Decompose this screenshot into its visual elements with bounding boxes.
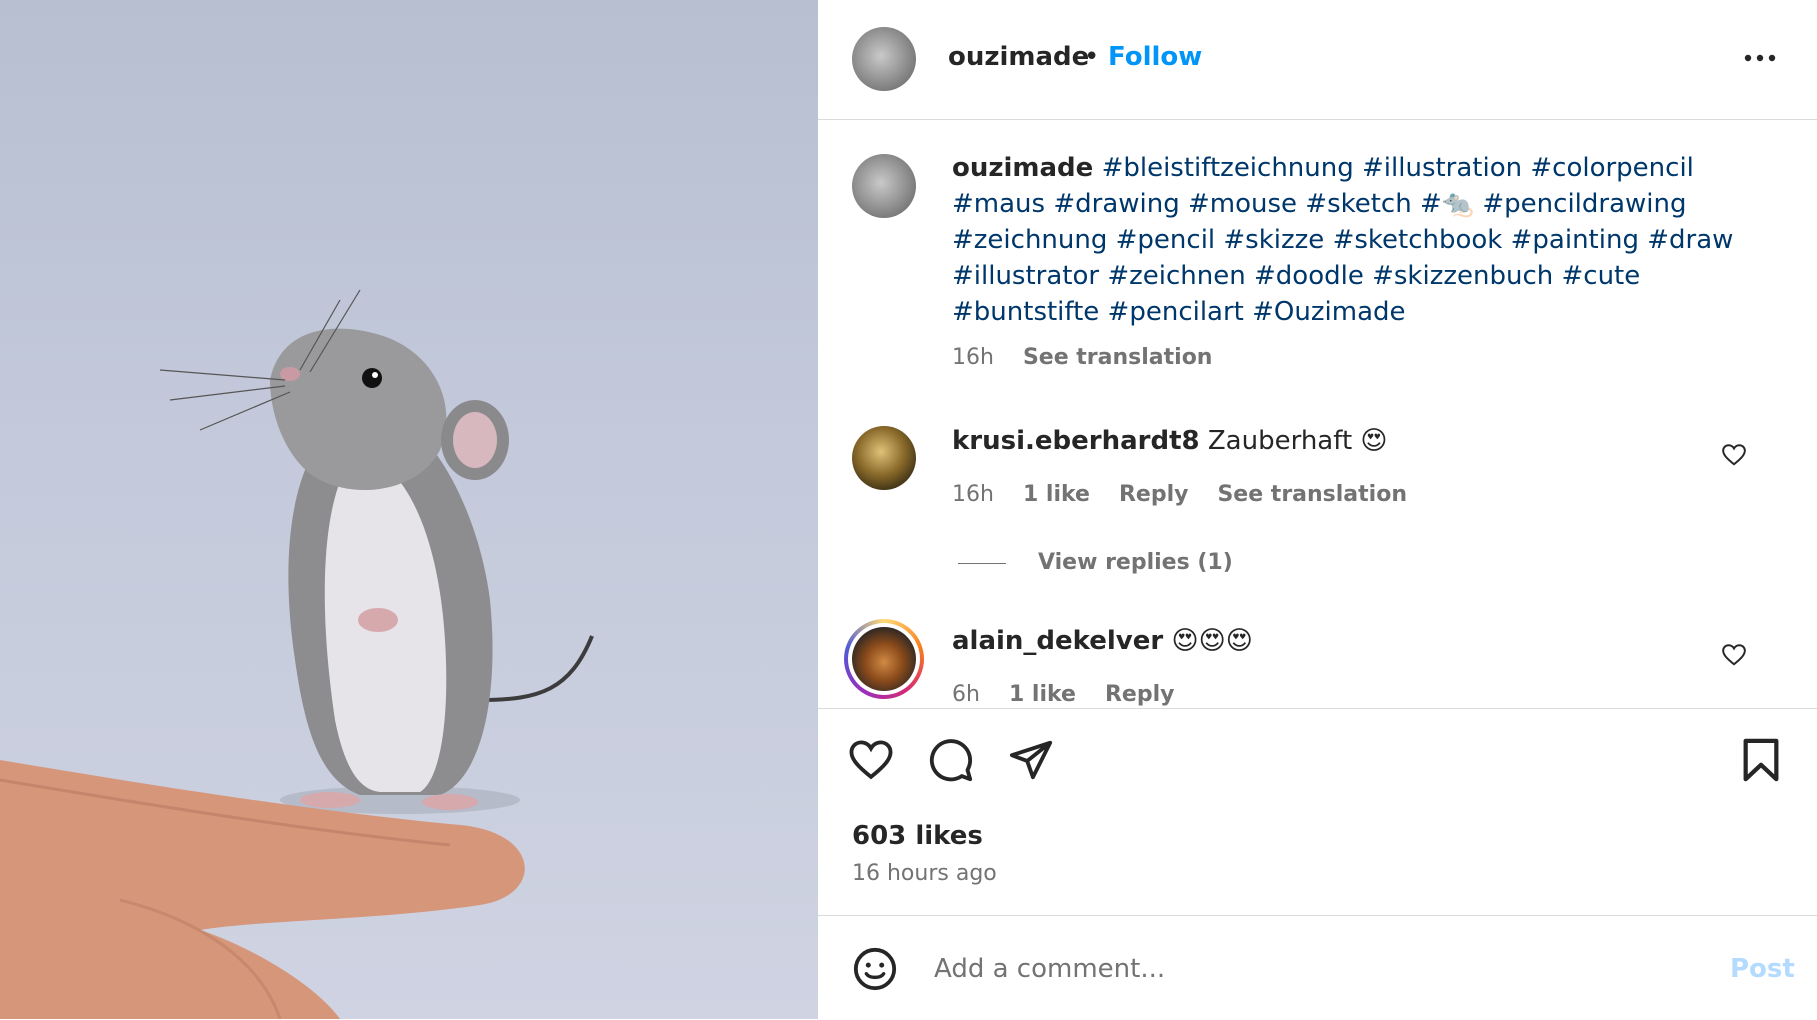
author-avatar[interactable] [852, 27, 916, 91]
comment-reply-button[interactable]: Reply [1105, 682, 1175, 707]
commenter-avatar[interactable] [852, 627, 916, 691]
post-header: ouzimade • Follow [818, 0, 1817, 120]
comment-composer: Post [818, 915, 1817, 1020]
replies-divider-line [958, 562, 1006, 564]
mouse-drawing-image [0, 289, 594, 1019]
comments-list[interactable]: ouzimade #bleistiftzeichnung #illustrati… [818, 120, 1817, 707]
post-timestamp[interactable]: 16 hours ago [852, 861, 997, 886]
comment-likes-count[interactable]: 1 like [1023, 482, 1090, 507]
comment-bubble-icon[interactable] [928, 737, 974, 783]
comment-text: 😍😍😍 [1171, 626, 1253, 656]
separator-dot: • [1084, 42, 1100, 72]
post-comment-button[interactable]: Post [1730, 954, 1795, 984]
comment-likes-count[interactable]: 1 like [1009, 682, 1076, 707]
more-options-button[interactable] [1740, 38, 1780, 78]
post-actions: 603 likes 16 hours ago [818, 708, 1817, 916]
follow-button[interactable]: Follow [1108, 42, 1202, 72]
comment-time: 16h [952, 482, 994, 507]
post-side-panel: ouzimade • Follow ouzimade #bleistiftzei… [818, 0, 1817, 1019]
like-heart-icon[interactable] [848, 737, 894, 783]
save-bookmark-icon[interactable] [1738, 737, 1784, 783]
view-replies-button[interactable]: View replies (1) [958, 550, 1233, 575]
share-send-icon[interactable] [1008, 737, 1054, 783]
comment-time: 6h [952, 682, 980, 707]
author-username[interactable]: ouzimade [948, 42, 1089, 72]
view-replies-label: View replies (1) [1038, 550, 1233, 575]
more-horizontal-icon [1744, 54, 1776, 62]
comment-text: Zauberhaft 😍 [1207, 426, 1388, 456]
emoji-smiley-icon[interactable] [852, 946, 898, 992]
comment-see-translation[interactable]: See translation [1217, 482, 1407, 507]
commenter-avatar[interactable] [852, 426, 916, 490]
caption-see-translation[interactable]: See translation [1023, 345, 1213, 370]
caption-username[interactable]: ouzimade [952, 153, 1093, 183]
comment-reply-button[interactable]: Reply [1119, 482, 1189, 507]
commenter-username[interactable]: alain_dekelver [952, 626, 1163, 656]
comment-like-heart-icon[interactable] [1721, 642, 1747, 668]
story-ring[interactable] [844, 619, 924, 699]
post-image[interactable] [0, 0, 818, 1019]
commenter-username[interactable]: krusi.eberhardt8 [952, 426, 1200, 456]
caption-author-avatar[interactable] [852, 154, 916, 218]
likes-count[interactable]: 603 likes [852, 821, 983, 851]
comment-like-heart-icon[interactable] [1721, 442, 1747, 468]
caption-time: 16h [952, 345, 994, 370]
add-comment-input[interactable] [932, 942, 1676, 996]
